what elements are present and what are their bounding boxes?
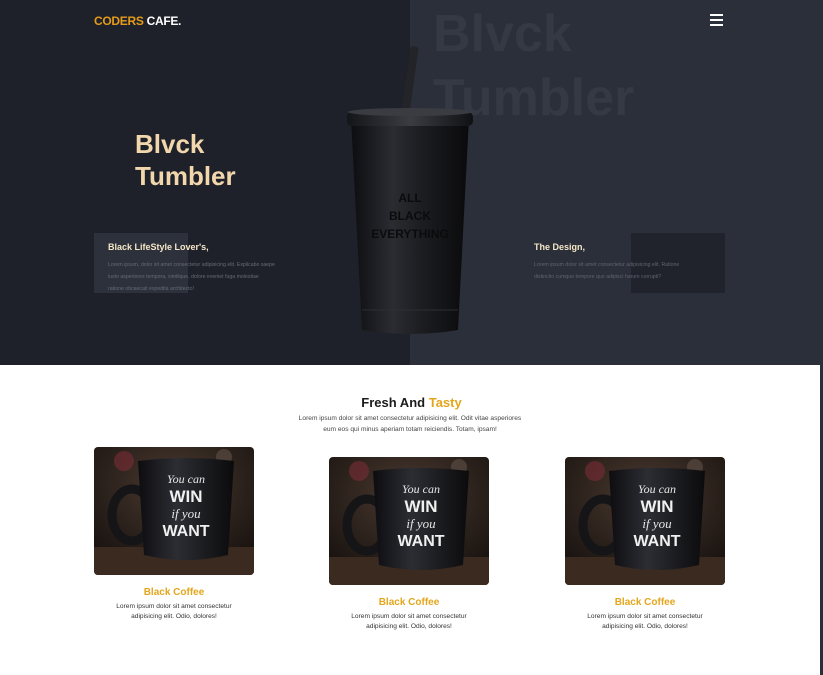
card-text: Lorem ipsum dolor sit amet consectetur a…: [585, 612, 705, 632]
left-info-title: Black LifeStyle Lover's,: [108, 242, 209, 252]
card-text-line: adipisicing elit. Odio, dolores!: [602, 623, 688, 630]
mug-photo: You can WIN if you WANT: [329, 457, 489, 585]
right-info-title: The Design,: [534, 242, 586, 252]
left-info-line: ratione obcaecati expedita architecto!: [108, 286, 194, 292]
card-text-line: Lorem ipsum dolor sit amet consectetur: [587, 613, 703, 620]
tumbler-print-line1: ALL: [398, 191, 421, 205]
mug-text: WANT: [397, 533, 444, 550]
mug-text: WANT: [633, 533, 680, 550]
tumbler-print-line2: BLACK: [389, 209, 431, 223]
mug-text: You can: [638, 482, 676, 496]
mug-text: WANT: [162, 523, 209, 540]
hero-title: Blvck Tumbler: [135, 128, 305, 192]
card-text: Lorem ipsum dolor sit amet consectetur a…: [114, 602, 234, 622]
mug-text: WIN: [404, 497, 437, 516]
card-text-line: Lorem ipsum dolor sit amet consectetur: [351, 613, 467, 620]
right-info-line: distinctio cumque tempore quo adipisci h…: [534, 274, 662, 280]
logo-word-coders: CODERS: [94, 14, 144, 28]
logo-word-cafe: CAFE.: [146, 14, 182, 28]
product-card[interactable]: You can WIN if you WANT Black Coffee Lor…: [565, 457, 725, 632]
left-info-line: Lorem ipsum, dolor sit amet consectetur …: [108, 262, 275, 268]
section-desc-line: eum eos qui minus aperiam totam reiciend…: [323, 426, 497, 433]
mug-photo: You can WIN if you WANT: [565, 457, 725, 585]
product-card[interactable]: You can WIN if you WANT Black Coffee Lor…: [94, 447, 254, 622]
product-card[interactable]: You can WIN if you WANT Black Coffee Lor…: [329, 457, 489, 632]
tumbler-image: ALL BLACK EVERYTHING: [347, 46, 473, 334]
section-title-main: Fresh And: [361, 395, 426, 410]
card-text-line: adipisicing elit. Odio, dolores!: [366, 623, 452, 630]
right-info-line: Lorem ipsum dolor sit amet consectetur a…: [534, 262, 680, 268]
mug-text: You can: [167, 472, 205, 486]
mug-text: WIN: [640, 497, 673, 516]
card-text-line: Lorem ipsum dolor sit amet consectetur: [116, 603, 232, 610]
site-logo[interactable]: CODERS CAFE.: [94, 14, 181, 28]
mug-text: if you: [406, 516, 436, 531]
mug-text: You can: [402, 482, 440, 496]
mug-text: if you: [171, 506, 201, 521]
section-title-accent: Tasty: [428, 395, 462, 410]
section-description: Lorem ipsum dolor sit amet consectetur a…: [290, 413, 530, 435]
card-title: Black Coffee: [614, 597, 676, 608]
section-title: Fresh And Tasty: [0, 395, 823, 410]
tumbler-print-line3: EVERYTHING: [371, 227, 449, 241]
left-info-text: Lorem ipsum, dolor sit amet consectetur …: [108, 259, 308, 295]
section-desc-line: Lorem ipsum dolor sit amet consectetur a…: [298, 415, 522, 422]
hero-title-line1: Blvck: [135, 129, 205, 159]
hero-title-line2: Tumbler: [135, 161, 236, 191]
right-info-text: Lorem ipsum dolor sit amet consectetur a…: [534, 259, 714, 283]
card-text-line: adipisicing elit. Odio, dolores!: [131, 613, 217, 620]
mug-photo: You can WIN if you WANT: [94, 447, 254, 575]
left-info-line: iusto asperiores tempora, similique, dol…: [108, 274, 259, 280]
hamburger-icon[interactable]: [710, 14, 724, 27]
card-title: Black Coffee: [143, 587, 205, 598]
card-title: Black Coffee: [378, 597, 440, 608]
card-text: Lorem ipsum dolor sit amet consectetur a…: [349, 612, 469, 632]
hero-section: Blvck Tumbler CODERS CAFE. Blvck Tumbler: [0, 0, 823, 365]
mug-text: WIN: [169, 487, 202, 506]
mug-text: if you: [642, 516, 672, 531]
